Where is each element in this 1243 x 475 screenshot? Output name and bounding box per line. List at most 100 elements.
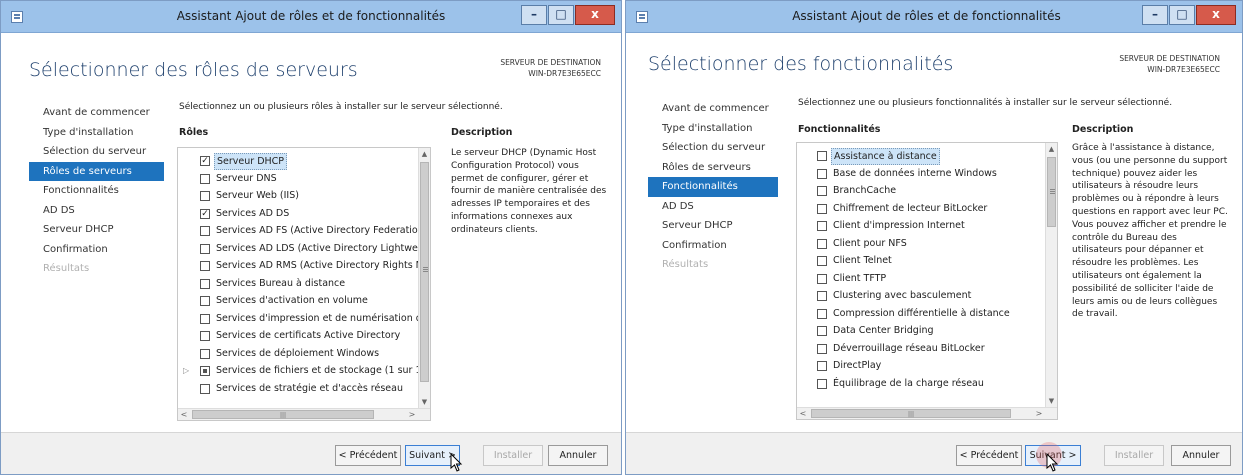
list-item[interactable]: Services de déploiement Windows <box>178 345 420 363</box>
scroll-down-icon[interactable]: ▼ <box>1046 395 1057 407</box>
title-bar[interactable]: Assistant Ajout de rôles et de fonctionn… <box>626 1 1242 33</box>
nav-item-serveur-dhcp[interactable]: Serveur DHCP <box>648 216 758 236</box>
scroll-thumb[interactable] <box>1047 157 1056 227</box>
list-item[interactable]: Services de stratégie et d'accès réseau <box>178 380 420 398</box>
checkbox[interactable] <box>200 296 210 306</box>
title-bar[interactable]: Assistant Ajout de rôles et de fonctionn… <box>1 1 621 33</box>
nav-item-fonctionnalites[interactable]: Fonctionnalités <box>29 181 139 201</box>
nav-item-selection-serveur[interactable]: Sélection du serveur <box>29 142 146 162</box>
list-item[interactable]: Services AD LDS (Active Directory Lightw… <box>178 240 420 258</box>
checkbox[interactable] <box>817 291 827 301</box>
nav-item-avant-de-commencer[interactable]: Avant de commencer <box>648 99 769 119</box>
checkbox[interactable] <box>200 226 210 236</box>
checkbox[interactable] <box>200 243 210 254</box>
scroll-down-icon[interactable]: ▼ <box>419 396 430 408</box>
nav-item-confirmation[interactable]: Confirmation <box>648 236 758 256</box>
checkbox[interactable]: ✓ <box>200 208 210 219</box>
list-item[interactable]: Compression différentielle à distance <box>797 305 1047 323</box>
checkbox[interactable] <box>200 278 210 289</box>
checkbox[interactable] <box>817 256 827 266</box>
checkbox[interactable] <box>817 221 827 231</box>
checkbox[interactable] <box>817 203 827 214</box>
list-item[interactable]: Services de certificats Active Directory <box>178 327 420 345</box>
list-item[interactable]: ▷ Services de fichiers et de stockage (1… <box>178 362 420 380</box>
horizontal-scrollbar[interactable]: < ||| > <box>178 408 430 420</box>
list-item[interactable]: Data Center Bridging <box>797 322 1047 340</box>
list-item[interactable]: Services AD RMS (Active Directory Rights… <box>178 257 420 275</box>
checkbox[interactable] <box>817 378 827 389</box>
checkbox[interactable] <box>200 173 210 184</box>
list-item[interactable]: Équilibrage de la charge réseau <box>797 375 1047 393</box>
list-item[interactable]: Base de données interne Windows <box>797 165 1047 183</box>
list-item[interactable]: Services d'activation en volume <box>178 292 420 310</box>
roles-list[interactable]: ✓ Serveur DHCP Serveur DNS Serveur Web (… <box>177 147 431 421</box>
list-item[interactable]: Services Bureau à distance <box>178 275 420 293</box>
checkbox[interactable] <box>200 348 210 359</box>
vertical-scrollbar[interactable]: ▲ ▼ <box>418 148 430 408</box>
checkbox[interactable] <box>200 383 210 394</box>
list-item[interactable]: DirectPlay <box>797 357 1047 375</box>
checkbox[interactable] <box>200 261 210 271</box>
list-item[interactable]: ✓ Serveur DHCP <box>178 152 420 170</box>
nav-item-confirmation[interactable]: Confirmation <box>29 240 139 260</box>
maximize-icon[interactable]: □ <box>1169 5 1195 25</box>
list-item[interactable]: Client TFTP <box>797 270 1047 288</box>
minimize-icon[interactable]: – <box>1142 5 1168 25</box>
nav-item-roles-serveurs[interactable]: Rôles de serveurs <box>29 161 164 181</box>
checkbox[interactable] <box>817 326 827 336</box>
checkbox[interactable] <box>200 313 210 324</box>
scroll-left-icon[interactable]: < <box>797 408 809 419</box>
checkbox[interactable] <box>200 366 210 376</box>
scroll-thumb[interactable] <box>420 162 429 382</box>
list-item[interactable]: Déverrouillage réseau BitLocker <box>797 340 1047 358</box>
list-item[interactable]: Assistance à distance <box>797 147 1047 165</box>
scroll-thumb-horizontal[interactable]: ||| <box>811 409 1011 418</box>
list-item[interactable]: BranchCache <box>797 182 1047 200</box>
scroll-right-icon[interactable]: > <box>1033 408 1045 419</box>
horizontal-scrollbar[interactable]: < ||| > <box>797 407 1057 419</box>
nav-item-ad-ds[interactable]: AD DS <box>29 201 139 221</box>
checkbox[interactable] <box>200 191 210 201</box>
scroll-right-icon[interactable]: > <box>406 409 418 420</box>
checkbox[interactable] <box>817 168 827 179</box>
list-item[interactable]: Client Telnet <box>797 252 1047 270</box>
scroll-left-icon[interactable]: < <box>178 409 190 420</box>
checkbox[interactable] <box>817 308 827 319</box>
nav-item-ad-ds[interactable]: AD DS <box>648 197 758 217</box>
list-item[interactable]: Services d'impression et de numérisation… <box>178 310 420 328</box>
previous-button[interactable]: < Précédent <box>956 445 1022 466</box>
list-item[interactable]: Client pour NFS <box>797 235 1047 253</box>
close-icon[interactable]: x <box>575 5 615 25</box>
list-item[interactable]: Clustering avec basculement <box>797 287 1047 305</box>
scroll-thumb-horizontal[interactable]: ||| <box>192 410 374 419</box>
close-icon[interactable]: x <box>1196 5 1236 25</box>
expand-arrow-icon[interactable]: ▷ <box>183 362 189 380</box>
cancel-button[interactable]: Annuler <box>1171 445 1231 466</box>
features-list[interactable]: Assistance à distance Base de données in… <box>796 142 1058 420</box>
scroll-up-icon[interactable]: ▲ <box>419 148 430 160</box>
minimize-icon[interactable]: – <box>521 5 547 25</box>
list-item[interactable]: Serveur DNS <box>178 170 420 188</box>
checkbox[interactable] <box>817 361 827 371</box>
nav-item-roles-serveurs[interactable]: Rôles de serveurs <box>648 158 758 178</box>
checkbox[interactable] <box>817 151 827 161</box>
checkbox[interactable] <box>817 273 827 284</box>
nav-item-type-installation[interactable]: Type d'installation <box>648 119 758 139</box>
list-item[interactable]: Client d'impression Internet <box>797 217 1047 235</box>
previous-button[interactable]: < Précédent <box>335 445 401 466</box>
checkbox[interactable]: ✓ <box>200 156 210 166</box>
checkbox[interactable] <box>817 238 827 249</box>
list-item[interactable]: Services AD FS (Active Directory Federat… <box>178 222 420 240</box>
vertical-scrollbar[interactable]: ▲ ▼ <box>1045 143 1057 407</box>
nav-item-selection-serveur[interactable]: Sélection du serveur <box>648 138 765 158</box>
nav-item-avant-de-commencer[interactable]: Avant de commencer <box>29 103 150 123</box>
nav-item-fonctionnalites[interactable]: Fonctionnalités <box>648 177 778 197</box>
nav-item-type-installation[interactable]: Type d'installation <box>29 123 139 143</box>
checkbox[interactable] <box>200 331 210 341</box>
cancel-button[interactable]: Annuler <box>548 445 608 466</box>
list-item[interactable]: ✓ Services AD DS <box>178 205 420 223</box>
list-item[interactable]: Chiffrement de lecteur BitLocker <box>797 200 1047 218</box>
nav-item-serveur-dhcp[interactable]: Serveur DHCP <box>29 220 139 240</box>
checkbox[interactable] <box>817 186 827 196</box>
list-item[interactable]: Serveur Web (IIS) <box>178 187 420 205</box>
